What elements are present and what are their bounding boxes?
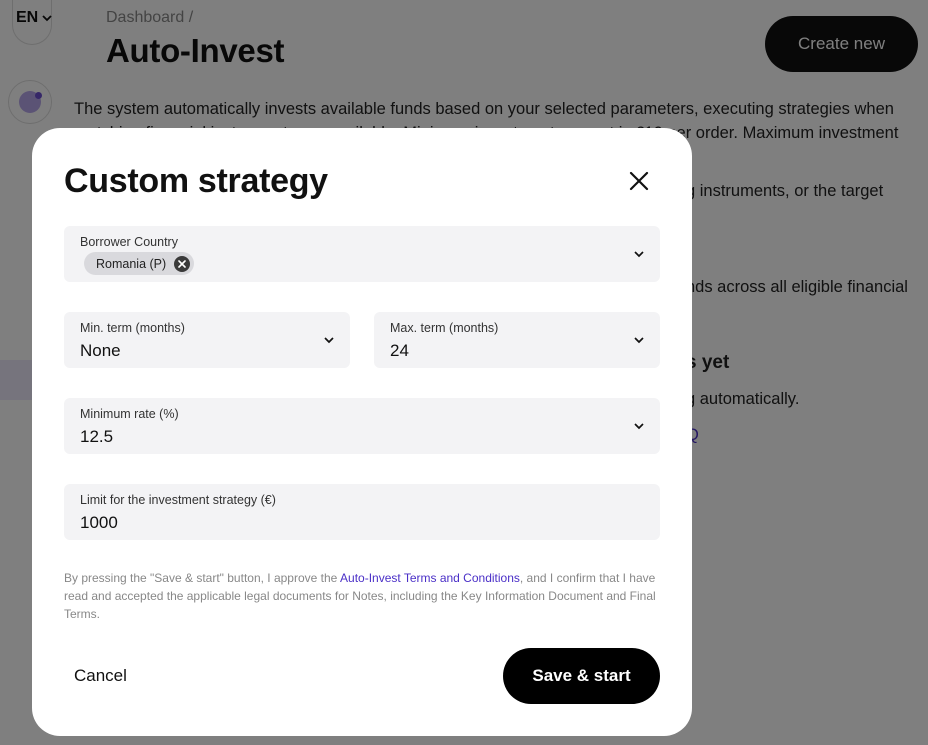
borrower-country-label: Borrower Country: [80, 235, 178, 249]
country-chip: Romania (P): [84, 252, 195, 275]
strategy-limit-value[interactable]: 1000: [80, 513, 118, 533]
close-button[interactable]: [624, 166, 654, 196]
min-term-label: Min. term (months): [80, 321, 185, 335]
minimum-rate-label: Minimum rate (%): [80, 407, 179, 421]
max-term-label: Max. term (months): [390, 321, 499, 335]
strategy-limit-input[interactable]: Limit for the investment strategy (€) 10…: [64, 484, 660, 540]
chevron-down-icon: [634, 251, 644, 258]
remove-chip-icon[interactable]: [174, 255, 191, 272]
custom-strategy-modal: Custom strategy Borrower Country Romania…: [32, 128, 692, 736]
modal-title: Custom strategy: [64, 162, 328, 200]
legal-disclaimer: By pressing the "Save & start" button, I…: [64, 569, 664, 623]
close-icon: [629, 171, 649, 191]
min-term-value: None: [80, 341, 121, 360]
country-chip-label: Romania (P): [96, 256, 167, 271]
chevron-down-icon: [634, 337, 644, 344]
minimum-rate-select[interactable]: Minimum rate (%) 12.5: [64, 398, 660, 454]
strategy-limit-label: Limit for the investment strategy (€): [80, 493, 276, 507]
min-term-select[interactable]: Min. term (months) None: [64, 312, 350, 368]
save-and-start-button[interactable]: Save & start: [503, 648, 660, 704]
chevron-down-icon: [324, 337, 334, 344]
terms-link[interactable]: Auto-Invest Terms and Conditions: [340, 571, 520, 585]
max-term-value: 24: [390, 341, 409, 360]
cancel-button[interactable]: Cancel: [74, 666, 127, 686]
max-term-select[interactable]: Max. term (months) 24: [374, 312, 660, 368]
chevron-down-icon: [634, 423, 644, 430]
legal-text-before: By pressing the "Save & start" button, I…: [64, 571, 341, 585]
minimum-rate-value: 12.5: [80, 427, 114, 446]
borrower-country-select[interactable]: Borrower Country Romania (P): [64, 226, 660, 282]
